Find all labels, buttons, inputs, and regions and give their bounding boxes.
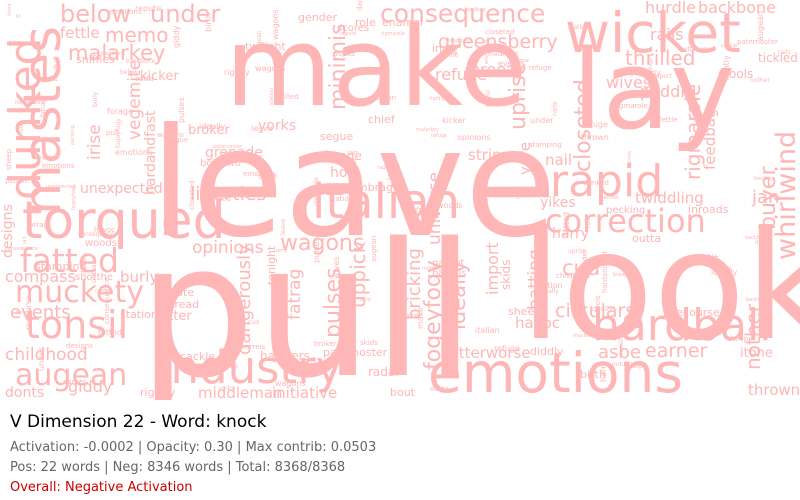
cloud-word: twilight [245,40,286,53]
cloud-word: umbrage [350,181,400,194]
cloud-word: harry [552,226,589,242]
word-counts: Pos: 22 words | Neg: 8346 words | Total:… [10,460,346,475]
cloud-word: rightly [140,386,176,399]
cloud-word: dangerously [234,244,255,355]
cloud-word: fatrag [285,269,305,320]
cloud-word: rails [650,25,684,44]
cloud-word-small: itone [7,3,13,16]
cloud-word: backbone [698,0,776,17]
cloud-word: closeted [571,79,596,172]
cloud-word: stools [718,67,753,81]
cloud-word: gender [298,11,337,24]
cloud-word: outta [632,232,661,245]
overall-activation: Overall: Negative Activation [10,480,193,495]
cloud-word: yore [516,142,534,175]
cloud-word: scores [337,23,369,34]
cloud-word: earner [645,340,708,362]
cloud-word: paternoster [323,346,388,359]
cloud-word: jan [751,187,779,208]
cloud-word: gamut [432,258,465,269]
cloud-word: kicker [140,69,179,84]
cloud-word: hurdle [645,0,696,17]
info-panel: V Dimension 22 - Word: knock Activation:… [0,400,800,500]
cloud-word: station [120,308,158,321]
cloud-word: cud [562,256,600,280]
cloud-word: stripe [468,146,511,164]
cloud-word: donts [5,385,44,400]
cloud-word: chief [368,113,396,126]
cloud-word: initiative [272,384,337,400]
word-cloud-card: repute radar jan paternoster augean sheep wago… [0,0,800,500]
cloud-word: forage [323,149,362,163]
cloud-word: wives [606,73,651,92]
cloud-word: events [10,302,71,323]
cloud-word: birth [580,368,606,381]
cloud-word: itone [740,346,773,361]
cloud-word: tickled [758,51,798,65]
cloud-word: burly [120,268,158,286]
cloud-word: thrown [748,381,800,399]
cloud-word: circulars [555,300,635,322]
cloud-word: hardandfast [143,110,159,195]
cloud-word: lit [708,252,719,265]
cloud-word: uppick [346,241,370,308]
cloud-word-small: lit [16,14,21,20]
cloud-word: nail [545,151,572,169]
cloud-word: thrilled [625,46,695,70]
cloud-word: segue [320,130,353,143]
cloud-word: enamel [382,16,423,29]
cloud-word: middleman [198,384,283,400]
cloud-word-small: italian [475,326,500,335]
cloud-word: bout [390,386,416,399]
cloud-word: yorks [258,118,296,134]
cloud-word: minimis [326,23,351,110]
word-cloud: repute radar jan paternoster augean sheep wago… [0,0,800,400]
dimension-title: V Dimension 22 - Word: knock [10,412,267,432]
cloud-word: pecking [606,205,645,216]
cloud-word: betterworse [440,344,531,362]
cloud-word-small: burly [92,91,99,107]
cloud-word: utter [160,309,192,324]
cloud-word: inroads [688,203,729,216]
cloud-word: hob [330,165,356,181]
cloud-word: shotthe [75,272,113,283]
word-cloud-canvas: reputeradarjanpaternosteraugeansheepwago… [0,0,800,400]
cloud-word: queensberry [438,31,558,53]
cloud-word: sniffles [76,53,115,66]
cloud-word: irise [85,124,105,160]
cloud-word: fettle [60,24,100,42]
cloud-word: hawkers [260,349,310,363]
cloud-word: feedbag [701,109,719,171]
cloud-word: uprise [506,62,531,130]
cloud-word: diddly [530,345,564,358]
cloud-word: tonight [265,245,278,285]
cloud-word: dunked [0,37,51,200]
cloud-word: broker [188,123,230,138]
cloud-word: batting [525,249,545,310]
cloud-word: childhood [5,345,88,365]
cloud-word: designs [0,204,16,258]
cloud-word: refuge [435,65,487,84]
cloud-word-small: pull [106,129,119,137]
cloud-word-small: giddy [172,26,181,48]
cloud-word: asbe [598,342,641,363]
cloud-word: yikes [540,195,576,211]
cloud-word: giddy [68,377,112,396]
cloud-word: recourse [672,306,720,319]
cloud-word: universe [425,172,445,245]
cloud-word-small: refuge [529,64,552,72]
cloud-word: cackle [180,350,215,363]
cloud-word: pulses [321,268,346,338]
cloud-word: liberties [190,183,266,205]
cloud-word: bothtwo [200,158,241,169]
cloud-word: barrels [432,268,466,279]
activation-stats: Activation: -0.0002 | Opacity: 0.30 | Ma… [10,440,377,455]
cloud-word: radar [368,365,400,379]
cloud-word: repute [158,286,194,299]
cloud-word: ingo [432,42,456,55]
cloud-word: sheep [508,305,541,318]
cloud-word: skids [499,260,513,290]
cloud-word: woods [85,238,117,249]
